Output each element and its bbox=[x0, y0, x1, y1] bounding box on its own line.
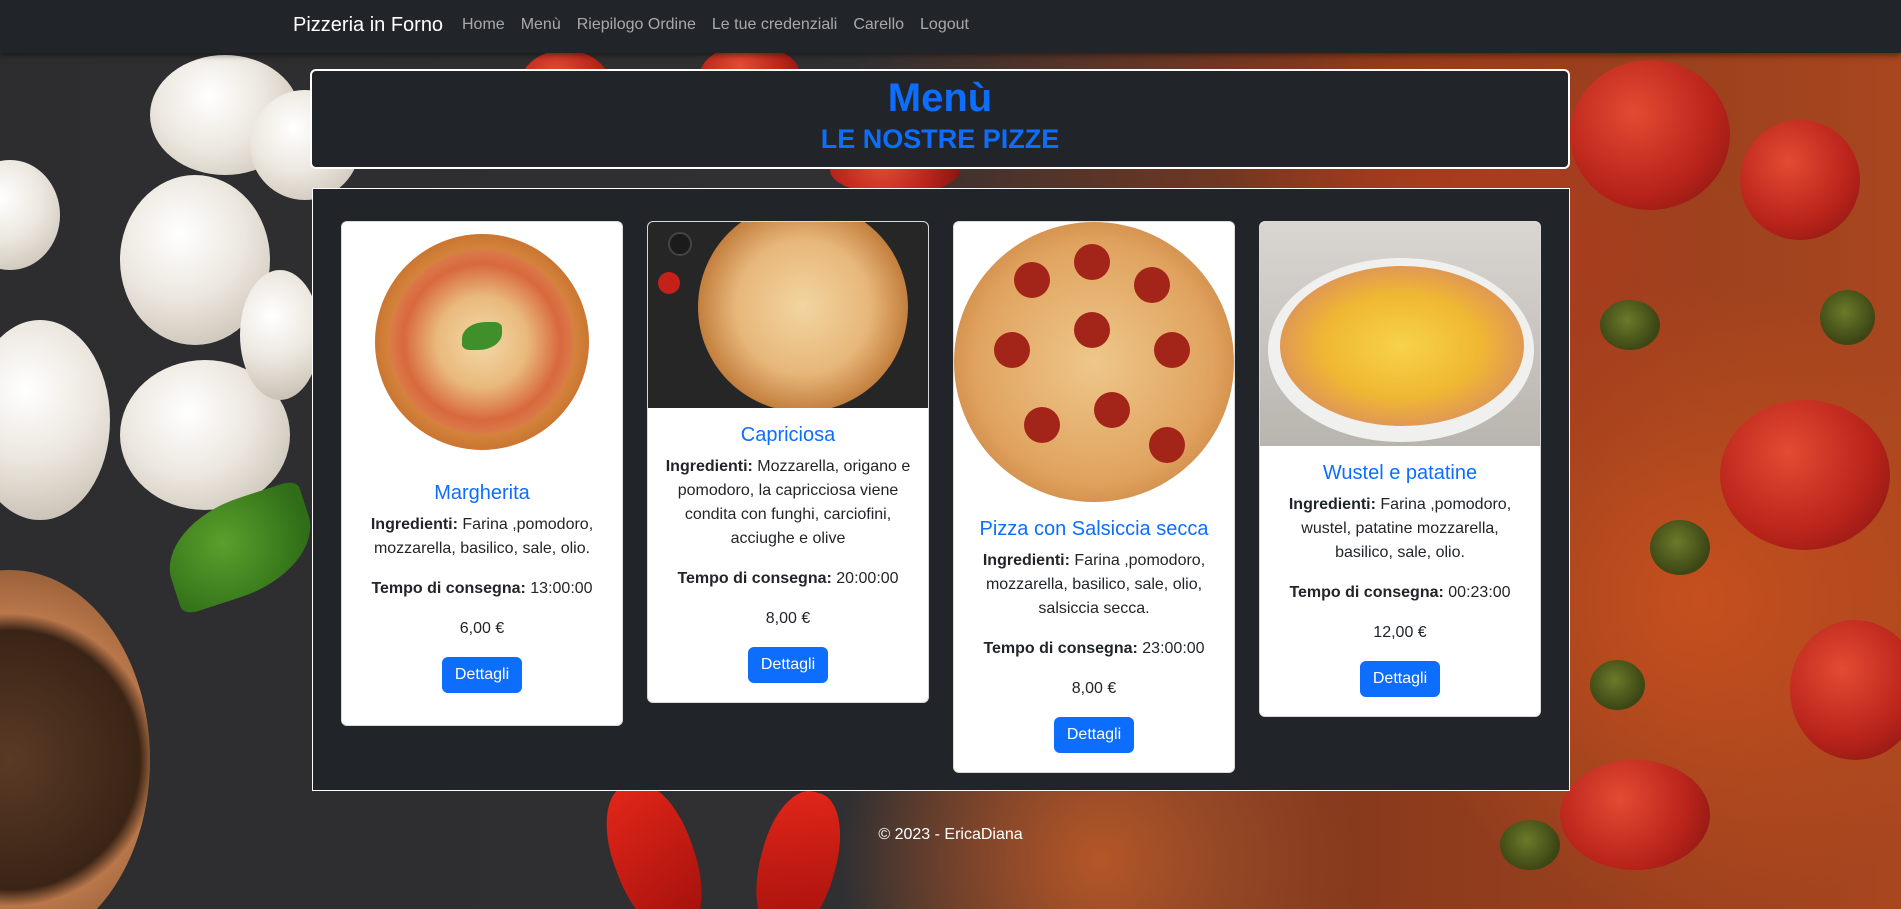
pizza-image-margherita bbox=[342, 222, 622, 482]
pizza-card-wustel: Wustel e patatine Ingredienti: Farina ,p… bbox=[1259, 221, 1541, 717]
details-button[interactable]: Dettagli bbox=[747, 647, 829, 683]
pizza-ingredients: Ingredienti: Farina ,pomodoro, mozzarell… bbox=[982, 552, 1206, 617]
pizza-price: 12,00 € bbox=[1373, 624, 1427, 641]
pizza-price: 6,00 € bbox=[459, 620, 505, 637]
nav-cart[interactable]: Carello bbox=[853, 16, 904, 34]
pizza-price: 8,00 € bbox=[1071, 680, 1117, 697]
menu-header: Menù LE NOSTRE PIZZE bbox=[310, 69, 1570, 169]
pizza-delivery-time: Tempo di consegna: 13:00:00 bbox=[371, 580, 593, 597]
details-button[interactable]: Dettagli bbox=[441, 657, 523, 693]
pizza-image-wustel bbox=[1260, 222, 1540, 446]
pizza-list: Margherita Ingredienti: Farina ,pomodoro… bbox=[312, 188, 1570, 791]
pizza-ingredients: Ingredienti: Farina ,pomodoro, mozzarell… bbox=[370, 516, 594, 557]
pizza-name: Wustel e patatine bbox=[1322, 462, 1478, 484]
pizza-card-margherita: Margherita Ingredienti: Farina ,pomodoro… bbox=[341, 221, 623, 726]
nav-logout[interactable]: Logout bbox=[920, 16, 969, 34]
brand-link[interactable]: Pizzeria in Forno bbox=[293, 14, 443, 37]
pizza-image-salsiccia bbox=[954, 222, 1234, 502]
pizza-card-salsiccia: Pizza con Salsiccia secca Ingredienti: F… bbox=[953, 221, 1235, 773]
page-subtitle: LE NOSTRE PIZZE bbox=[820, 124, 1060, 154]
pizza-price: 8,00 € bbox=[765, 610, 811, 627]
footer: © 2023 - EricaDiana bbox=[878, 826, 1023, 843]
pizza-delivery-time: Tempo di consegna: 20:00:00 bbox=[677, 570, 899, 587]
pizza-ingredients: Ingredienti: Farina ,pomodoro, wustel, p… bbox=[1288, 496, 1512, 561]
pizza-ingredients: Ingredienti: Mozzarella, origano e pomod… bbox=[665, 458, 911, 547]
nav-home[interactable]: Home bbox=[462, 16, 505, 34]
nav-credentials[interactable]: Le tue credenziali bbox=[712, 16, 837, 34]
pizza-delivery-time: Tempo di consegna: 00:23:00 bbox=[1289, 584, 1511, 601]
navbar: Pizzeria in Forno Home Menù Riepilogo Or… bbox=[0, 0, 1901, 53]
page-title: Menù bbox=[887, 76, 993, 120]
pizza-image-capriciosa bbox=[648, 222, 928, 408]
pizza-name: Capriciosa bbox=[740, 424, 836, 446]
pizza-card-capriciosa: Capriciosa Ingredienti: Mozzarella, orig… bbox=[647, 221, 929, 703]
pizza-name: Margherita bbox=[434, 482, 530, 504]
pizza-delivery-time: Tempo di consegna: 23:00:00 bbox=[983, 640, 1205, 657]
nav-order-summary[interactable]: Riepilogo Ordine bbox=[577, 16, 696, 34]
pizza-name: Pizza con Salsiccia secca bbox=[979, 518, 1209, 540]
nav-links: Home Menù Riepilogo Ordine Le tue creden… bbox=[462, 16, 985, 34]
nav-menu[interactable]: Menù bbox=[521, 16, 561, 34]
details-button[interactable]: Dettagli bbox=[1359, 661, 1441, 697]
details-button[interactable]: Dettagli bbox=[1053, 717, 1135, 753]
